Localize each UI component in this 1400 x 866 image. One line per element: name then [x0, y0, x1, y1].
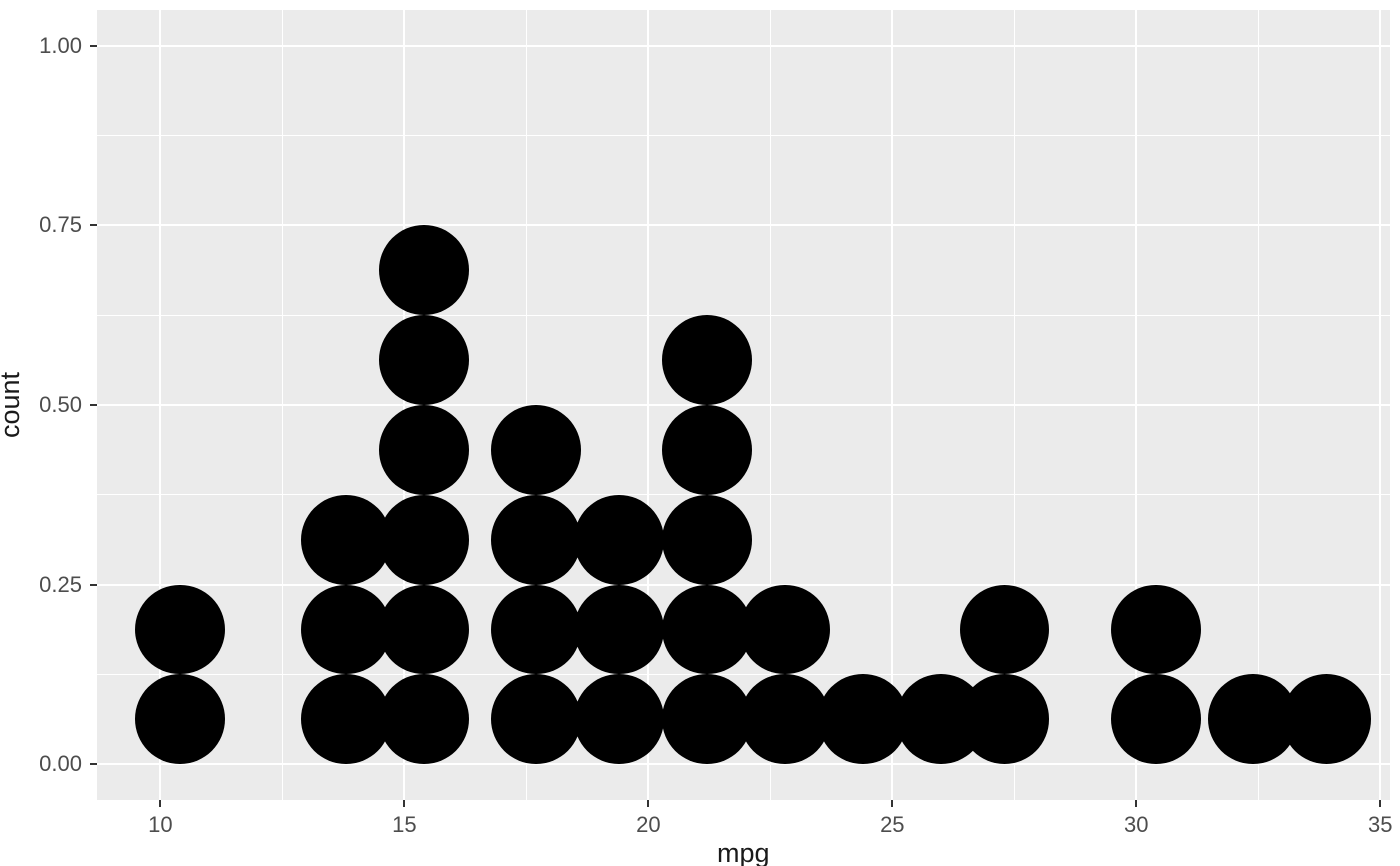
dot [301, 674, 391, 764]
dot [379, 405, 469, 495]
dot [574, 674, 664, 764]
gridline-major-v [1379, 10, 1381, 800]
dot [135, 674, 225, 764]
dot [662, 405, 752, 495]
dot [135, 585, 225, 675]
x-tick-label: 15 [392, 812, 416, 838]
dot [740, 674, 830, 764]
dot [379, 585, 469, 675]
gridline-minor-h [97, 135, 1390, 136]
x-tick-mark [1379, 800, 1381, 807]
y-tick-label: 1.00 [39, 33, 82, 59]
x-tick-mark [159, 800, 161, 807]
y-tick-label: 0.50 [39, 392, 82, 418]
x-tick-mark [403, 800, 405, 807]
x-tick-label: 10 [148, 812, 172, 838]
dot [379, 315, 469, 405]
dot [740, 585, 830, 675]
y-tick-label: 0.25 [39, 572, 82, 598]
y-axis-title: count [0, 372, 26, 438]
gridline-major-h [97, 404, 1390, 406]
dot [379, 225, 469, 315]
dot [818, 674, 908, 764]
gridline-minor-h [97, 674, 1390, 675]
dot [301, 585, 391, 675]
x-tick-mark [1135, 800, 1137, 807]
dot [960, 585, 1050, 675]
x-tick-mark [647, 800, 649, 807]
gridline-major-v [647, 10, 649, 800]
gridline-major-h [97, 45, 1390, 47]
gridline-major-h [97, 763, 1390, 765]
dot [960, 674, 1050, 764]
dot [379, 674, 469, 764]
gridline-major-v [891, 10, 893, 800]
dot [491, 405, 581, 495]
x-tick-mark [891, 800, 893, 807]
y-tick-mark [90, 763, 97, 765]
dot [574, 585, 664, 675]
gridline-minor-h [97, 494, 1390, 495]
x-tick-label: 25 [880, 812, 904, 838]
x-tick-label: 30 [1124, 812, 1148, 838]
dot [491, 674, 581, 764]
y-tick-mark [90, 404, 97, 406]
dot [301, 495, 391, 585]
dot [491, 585, 581, 675]
y-tick-label: 0.00 [39, 751, 82, 777]
dot [662, 674, 752, 764]
dot [662, 315, 752, 405]
dot [1111, 674, 1201, 764]
dot [662, 585, 752, 675]
dot [1111, 585, 1201, 675]
x-tick-label: 35 [1368, 812, 1392, 838]
y-tick-mark [90, 584, 97, 586]
y-tick-mark [90, 45, 97, 47]
dot [379, 495, 469, 585]
gridline-minor-h [97, 315, 1390, 316]
y-tick-mark [90, 224, 97, 226]
y-tick-label: 0.75 [39, 212, 82, 238]
dot [1282, 674, 1372, 764]
dot [662, 495, 752, 585]
x-tick-label: 20 [636, 812, 660, 838]
x-axis-title: mpg [717, 838, 770, 866]
chart-stage: 0.00 0.25 0.50 0.75 1.00 10 15 20 25 30 35 mpg count [0, 0, 1400, 866]
gridline-major-h [97, 224, 1390, 226]
dot [574, 495, 664, 585]
dot [491, 495, 581, 585]
gridline-major-h [97, 584, 1390, 586]
